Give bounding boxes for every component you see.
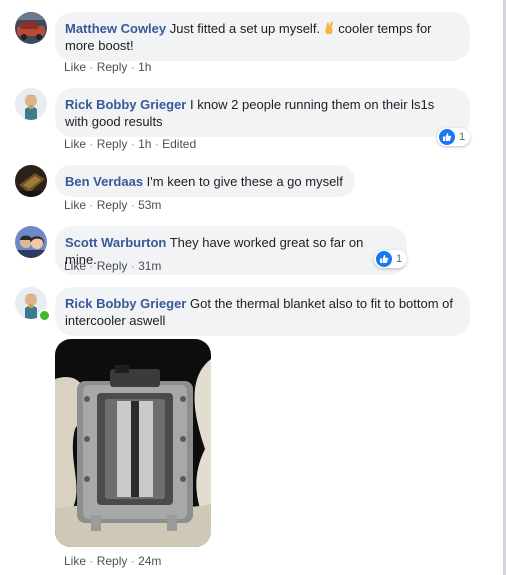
separator: · xyxy=(89,259,94,273)
comment-actions: Like · Reply · 53m xyxy=(64,198,161,213)
separator: · xyxy=(130,259,135,273)
author-name[interactable]: Rick Bobby Grieger xyxy=(65,296,186,311)
separator: · xyxy=(130,554,135,568)
separator: · xyxy=(130,137,135,151)
separator: · xyxy=(130,60,135,74)
comment-text: Just fitted a set up myself. xyxy=(169,21,321,36)
author-name[interactable]: Rick Bobby Grieger xyxy=(65,97,186,112)
timestamp[interactable]: 53m xyxy=(138,198,161,212)
reply-link[interactable]: Reply xyxy=(97,259,128,273)
author-name[interactable]: Matthew Cowley xyxy=(65,21,166,36)
crossed-fingers-emoji xyxy=(325,21,333,34)
like-icon xyxy=(439,129,455,145)
author-name[interactable]: Scott Warburton xyxy=(65,235,166,250)
comment-actions: Like · Reply · 24m xyxy=(64,554,161,569)
avatar-rick-bobby-grieger[interactable] xyxy=(15,88,47,120)
like-link[interactable]: Like xyxy=(64,137,86,151)
like-link[interactable]: Like xyxy=(64,259,86,273)
online-status-indicator xyxy=(38,309,51,322)
comment-bubble: Rick Bobby Grieger Got the thermal blank… xyxy=(55,287,470,336)
like-icon xyxy=(376,251,392,267)
separator: · xyxy=(89,60,94,74)
reaction-number: 1 xyxy=(396,253,403,265)
separator: · xyxy=(89,137,94,151)
reaction-count[interactable]: 1 xyxy=(374,250,408,268)
author-name[interactable]: Ben Verdaas xyxy=(65,174,143,189)
intercooler-photo[interactable] xyxy=(55,339,211,547)
comment-actions: Like · Reply · 1h xyxy=(64,60,151,75)
separator: · xyxy=(89,198,94,212)
timestamp[interactable]: 1h xyxy=(138,60,151,74)
separator: · xyxy=(89,554,94,568)
comment-actions: Like · Reply · 31m xyxy=(64,259,161,274)
separator: · xyxy=(130,198,135,212)
reply-link[interactable]: Reply xyxy=(97,554,128,568)
comment-bubble: Rick Bobby Grieger I know 2 people runni… xyxy=(55,88,470,137)
edited-label[interactable]: Edited xyxy=(162,137,196,151)
comment-actions: Like · Reply · 1h · Edited xyxy=(64,137,196,152)
like-link[interactable]: Like xyxy=(64,60,86,74)
avatar-matthew-cowley[interactable] xyxy=(15,12,47,44)
like-link[interactable]: Like xyxy=(64,198,86,212)
avatar-scott-warburton[interactable] xyxy=(15,226,47,258)
separator: · xyxy=(154,137,159,151)
comment-bubble: Ben Verdaas I'm keen to give these a go … xyxy=(55,165,355,197)
comment-text: I'm keen to give these a go myself xyxy=(146,174,343,189)
timestamp[interactable]: 1h xyxy=(138,137,151,151)
reply-link[interactable]: Reply xyxy=(97,137,128,151)
reply-link[interactable]: Reply xyxy=(97,60,128,74)
reaction-number: 1 xyxy=(459,131,466,143)
like-link[interactable]: Like xyxy=(64,554,86,568)
comment-bubble: Matthew Cowley Just fitted a set up myse… xyxy=(55,12,470,61)
avatar-ben-verdaas[interactable] xyxy=(15,165,47,197)
reaction-count[interactable]: 1 xyxy=(437,128,471,146)
reply-link[interactable]: Reply xyxy=(97,198,128,212)
timestamp[interactable]: 31m xyxy=(138,259,161,273)
timestamp[interactable]: 24m xyxy=(138,554,161,568)
